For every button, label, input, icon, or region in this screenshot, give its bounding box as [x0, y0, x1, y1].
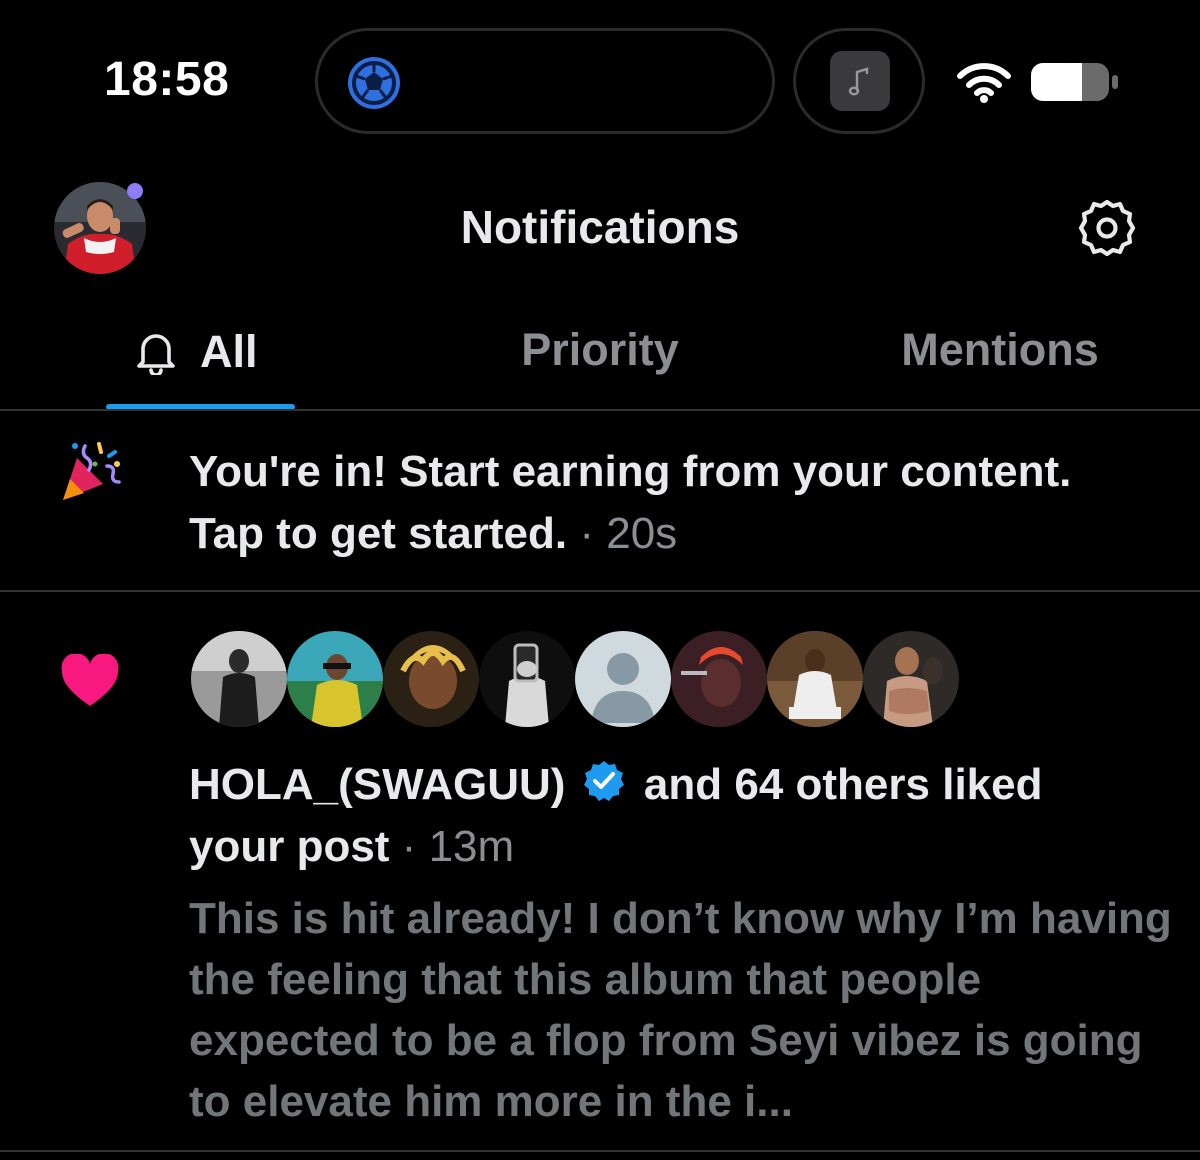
tabs-divider	[0, 409, 1200, 411]
gear-icon[interactable]	[1076, 197, 1138, 259]
notification-text: HOLA_(SWAGUU) and 64 others liked your p…	[189, 754, 1042, 878]
time-separator: ·	[389, 822, 429, 871]
battery-icon	[1031, 63, 1118, 101]
notification-action: and 64 others liked	[643, 760, 1043, 809]
verified-badge-icon	[583, 761, 624, 801]
liker-avatar[interactable]	[383, 631, 479, 727]
liker-avatar[interactable]	[191, 631, 287, 727]
notification-user[interactable]: HOLA_(SWAGUU)	[189, 760, 565, 809]
unread-indicator-dot	[127, 183, 143, 199]
heart-icon	[61, 654, 119, 706]
notification-divider	[0, 1150, 1200, 1152]
notification-line-2: Tap to get started.	[189, 509, 568, 558]
status-time: 18:58	[104, 53, 230, 106]
liker-avatar[interactable]	[863, 631, 959, 727]
notification-time: 20s	[606, 509, 678, 558]
post-preview-text: This is hit already! I don’t know why I’…	[189, 894, 1172, 1126]
liker-avatar[interactable]	[479, 631, 575, 727]
page-title: Notifications	[460, 201, 740, 253]
soccer-ball-icon	[348, 57, 400, 109]
bell-icon	[137, 334, 175, 375]
notification-text: You're in! Start earning from your conte…	[189, 441, 1071, 565]
notification-action-cont: your post	[189, 822, 390, 871]
time-separator: ·	[567, 509, 607, 558]
tab-mentions[interactable]: Mentions	[880, 322, 1120, 382]
dynamic-island-music[interactable]	[793, 28, 925, 134]
liker-avatar[interactable]	[287, 631, 383, 727]
liker-avatar[interactable]	[767, 631, 863, 727]
dynamic-island-activity[interactable]	[315, 28, 775, 134]
default-avatar[interactable]	[575, 631, 671, 727]
music-note-icon	[830, 51, 890, 111]
tab-all[interactable]: All	[134, 322, 258, 382]
notification-line-1: You're in! Start earning from your conte…	[189, 447, 1072, 496]
tab-priority[interactable]: Priority	[500, 322, 700, 382]
tab-all-label: All	[200, 326, 258, 377]
notification-divider	[0, 590, 1200, 592]
party-popper-icon	[63, 442, 121, 500]
wifi-icon	[957, 63, 1011, 103]
notification-time: 13m	[428, 822, 515, 871]
liker-avatar[interactable]	[671, 631, 767, 727]
